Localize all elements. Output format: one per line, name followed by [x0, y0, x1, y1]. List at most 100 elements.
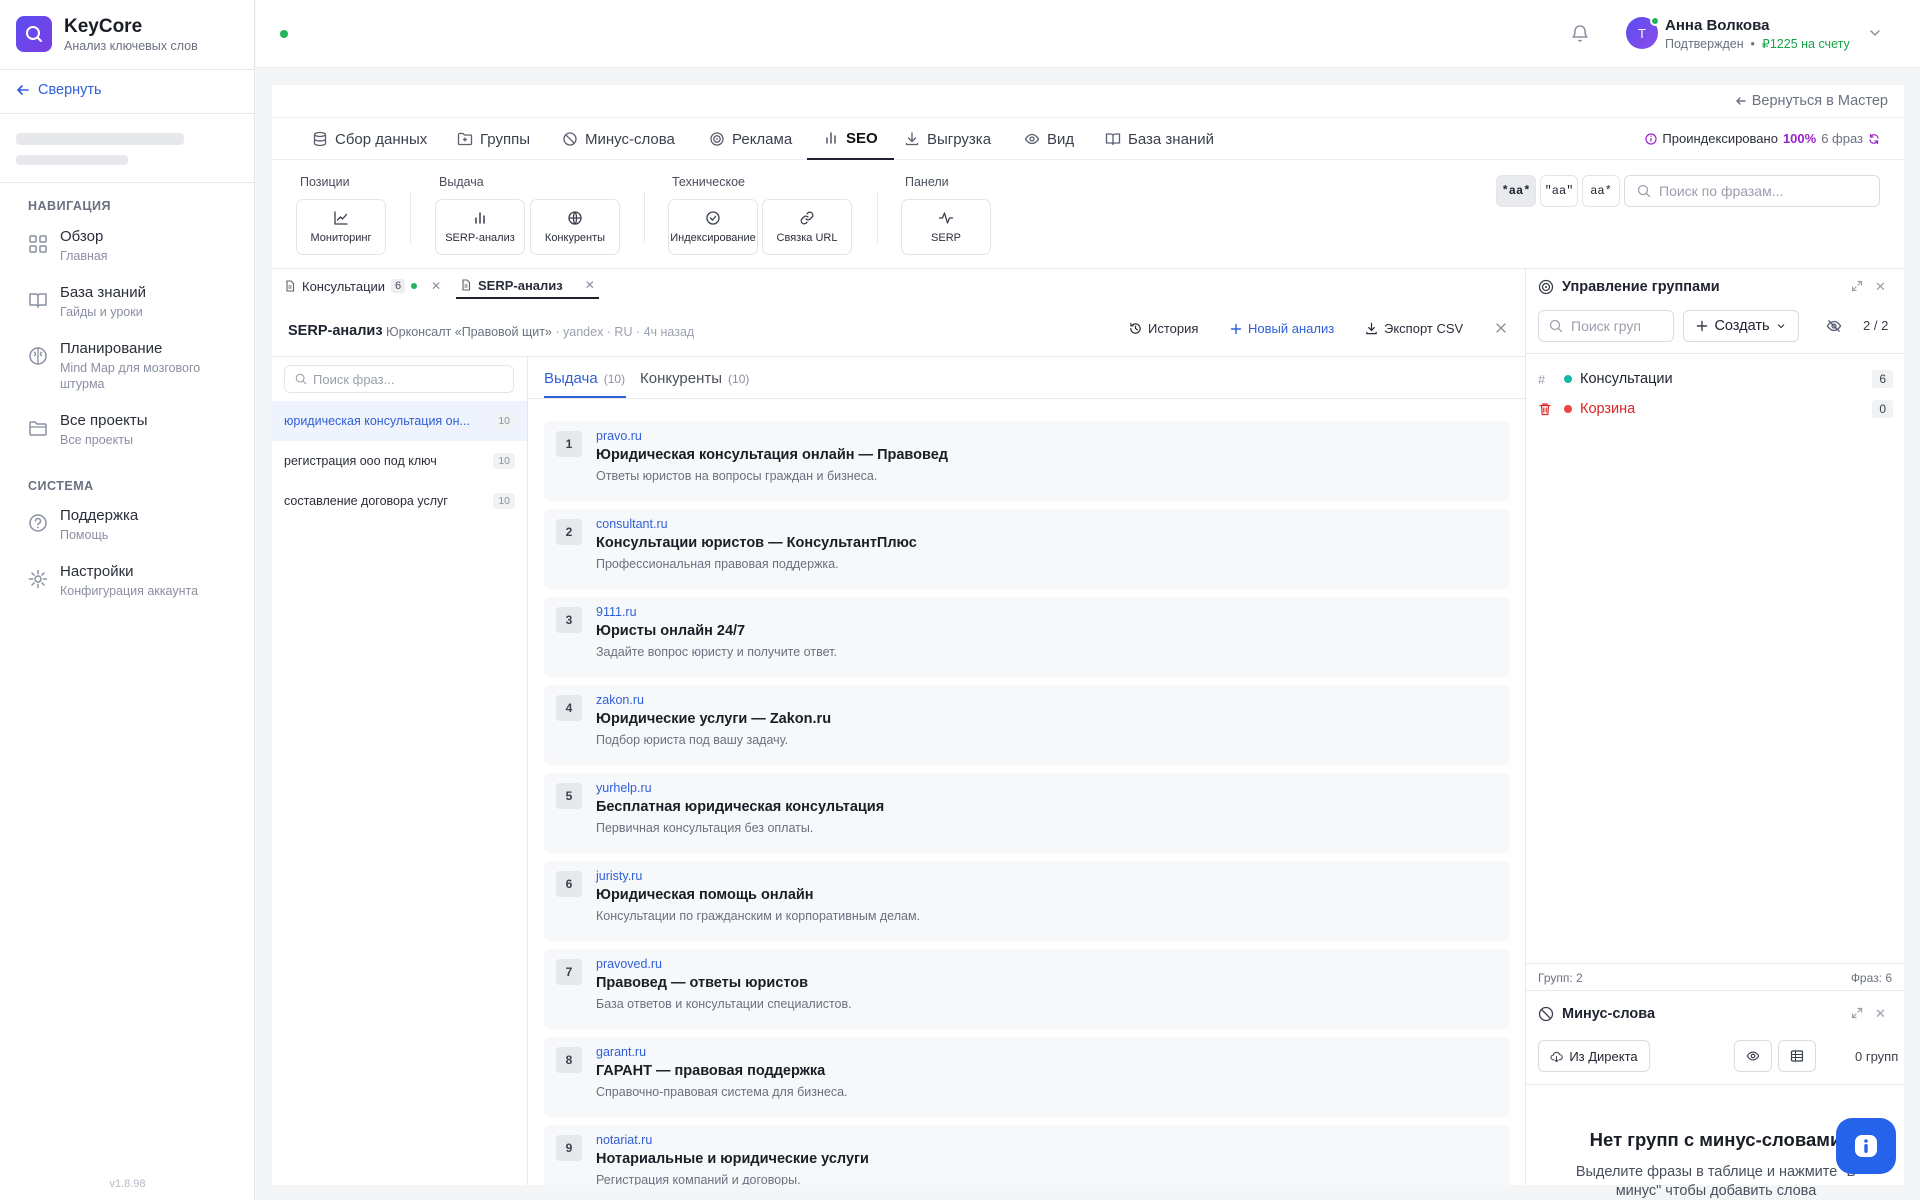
serp-result-card[interactable]: 9 notariat.ru Нотариальные и юридические у… — [544, 1125, 1510, 1185]
grid-icon — [28, 234, 48, 254]
tab-export[interactable]: Выгрузка — [904, 118, 991, 160]
result-domain-link[interactable]: juristy.ru — [596, 869, 642, 883]
result-domain-link[interactable]: zakon.ru — [596, 693, 644, 707]
serp-result-card[interactable]: 5 yurhelp.ru Бесплатная юридическая консул… — [544, 773, 1510, 853]
sidebar-item-overview[interactable]: Обзор Главная — [28, 228, 108, 264]
tab-groups[interactable]: Группы — [457, 118, 530, 160]
match-contains-button[interactable]: *аа* — [1496, 175, 1536, 207]
refresh-icon[interactable] — [1868, 133, 1880, 145]
tab-ads[interactable]: Реклама — [709, 118, 792, 160]
eye-off-icon[interactable] — [1826, 318, 1842, 334]
indexing-button[interactable]: Индексирование — [668, 199, 758, 255]
phrase-item[interactable]: составление договора услуг 10 — [272, 481, 527, 521]
tab-view[interactable]: Вид — [1024, 118, 1074, 160]
result-title[interactable]: Нотариальные и юридические услуги — [596, 1151, 869, 1167]
sidebar-item-planning[interactable]: Планирование Mind Map для мозгового штурм… — [28, 340, 228, 393]
close-icon[interactable]: ✕ — [1875, 1006, 1886, 1022]
indexed-percent: 100% — [1782, 131, 1817, 146]
phrase-text: регистрация ооо под ключ — [284, 454, 437, 468]
serp-result-card[interactable]: 6 juristy.ru Юридическая помощь онлайн Конс… — [544, 861, 1510, 941]
close-icon[interactable]: ✕ — [431, 279, 441, 293]
match-exact-button[interactable]: "аа" — [1540, 175, 1578, 207]
sidebar-item-all-projects[interactable]: Все проекты Все проекты — [28, 412, 148, 448]
file-icon — [286, 280, 295, 292]
result-domain-link[interactable]: yurhelp.ru — [596, 781, 652, 795]
serp-analysis-button[interactable]: SERP-анализ — [435, 199, 525, 255]
group-counter: 2 / 2 — [1863, 318, 1889, 333]
expand-icon[interactable] — [1851, 280, 1863, 292]
app-logo[interactable] — [16, 16, 52, 52]
help-chat-button[interactable] — [1836, 1118, 1896, 1174]
tab-serp-results[interactable]: Выдача (10) — [544, 370, 625, 387]
serp-result-card[interactable]: 1 pravo.ru Юридическая консультация онлайн… — [544, 421, 1510, 501]
serp-result-card[interactable]: 7 pravoved.ru Правовед — ответы юристов Баз… — [544, 949, 1510, 1029]
serp-result-card[interactable]: 8 garant.ru ГАРАНТ — правовая поддержка Спр… — [544, 1037, 1510, 1117]
serp-result-card[interactable]: 4 zakon.ru Юридические услуги — Zakon.ru По… — [544, 685, 1510, 765]
phrase-filter-input[interactable] — [313, 371, 503, 387]
sidebar-item-knowledge-base[interactable]: База знаний Гайды и уроки — [28, 284, 146, 320]
chevron-down-icon[interactable] — [1868, 26, 1882, 40]
sidebar-item-support[interactable]: Поддержка Помощь — [28, 507, 138, 543]
phrase-search-input[interactable] — [1659, 183, 1859, 199]
serp-result-card[interactable]: 2 consultant.ru Консультации юристов — Кон… — [544, 509, 1510, 589]
sidebar-item-settings[interactable]: Настройки Конфигурация аккаунта — [28, 563, 198, 599]
result-title[interactable]: Юридические услуги — Zakon.ru — [596, 711, 831, 727]
result-title[interactable]: Юристы онлайн 24/7 — [596, 623, 745, 639]
result-domain-link[interactable]: 9111.ru — [596, 605, 637, 619]
tab-knowledge-base[interactable]: База знаний — [1105, 118, 1214, 160]
result-domain-link[interactable]: notariat.ru — [596, 1133, 652, 1147]
result-domain-link[interactable]: pravo.ru — [596, 429, 642, 443]
result-title[interactable]: Бесплатная юридическая консультация — [596, 799, 884, 815]
collapse-label: Свернуть — [38, 82, 102, 98]
group-item[interactable]: # Консультации 6 — [1538, 365, 1893, 393]
serp-result-card[interactable]: 3 9111.ru Юристы онлайн 24/7 Задайте вопрос… — [544, 597, 1510, 677]
result-title[interactable]: ГАРАНТ — правовая поддержка — [596, 1063, 825, 1079]
import-from-direct-button[interactable]: Из Директа — [1538, 1040, 1650, 1072]
url-link-button[interactable]: Связка URL — [762, 199, 852, 255]
toggle-visibility-button[interactable] — [1734, 1040, 1772, 1072]
phrase-item[interactable]: юридическая консультация он... 10 — [272, 401, 527, 441]
new-analysis-button[interactable]: Новый анализ — [1230, 321, 1334, 336]
phrase-count: 10 — [493, 493, 515, 509]
doc-tab-serp-analysis[interactable]: SERP-анализ ✕ — [456, 273, 599, 299]
result-title[interactable]: Правовед — ответы юристов — [596, 975, 808, 991]
tab-data-collection[interactable]: Сбор данных — [312, 118, 427, 160]
tab-label: Группы — [480, 130, 530, 148]
tab-seo[interactable]: SEO — [807, 118, 894, 160]
back-to-master-link[interactable]: Вернуться в Мастер — [1735, 93, 1888, 109]
close-icon[interactable]: ✕ — [1875, 279, 1886, 295]
target-icon — [1538, 279, 1554, 295]
result-domain-link[interactable]: consultant.ru — [596, 517, 668, 531]
export-csv-button[interactable]: Экспорт CSV — [1365, 321, 1463, 336]
match-prefix-button[interactable]: аа* — [1582, 175, 1620, 207]
result-title[interactable]: Консультации юристов — КонсультантПлюс — [596, 535, 917, 551]
close-icon[interactable] — [1494, 321, 1508, 335]
user-name[interactable]: Анна Волкова — [1665, 17, 1769, 34]
tab-competitors[interactable]: Конкуренты (10) — [640, 370, 749, 387]
from-direct-label: Из Директа — [1569, 1048, 1638, 1064]
tab-negative-keywords[interactable]: Минус-слова — [562, 118, 675, 160]
notification-bell-icon[interactable] — [1570, 23, 1590, 43]
empty-state-description: Выделите фразы в таблице и нажмите "В ми… — [1575, 1164, 1857, 1199]
result-description: Регистрация компаний и договоры. — [596, 1173, 801, 1185]
serp-title: SERP-анализ — [288, 323, 383, 339]
group-search-input[interactable] — [1571, 318, 1671, 334]
result-title[interactable]: Юридическая консультация онлайн — Правов… — [596, 447, 948, 463]
serp-panel-button[interactable]: SERP — [901, 199, 991, 255]
table-view-button[interactable] — [1778, 1040, 1816, 1072]
result-domain-link[interactable]: garant.ru — [596, 1045, 646, 1059]
create-group-button[interactable]: Создать — [1683, 310, 1799, 342]
indexed-label: Проиндексировано — [1662, 131, 1778, 146]
competitors-button[interactable]: Конкуренты — [530, 199, 620, 255]
result-domain-link[interactable]: pravoved.ru — [596, 957, 662, 971]
history-button[interactable]: История — [1129, 321, 1198, 336]
close-icon[interactable]: ✕ — [585, 278, 595, 292]
result-title[interactable]: Юридическая помощь онлайн — [596, 887, 814, 903]
monitoring-button[interactable]: Мониторинг — [296, 199, 386, 255]
doc-tab-consultations[interactable]: Консультации 6 ✕ — [284, 273, 441, 299]
expand-icon[interactable] — [1851, 1007, 1863, 1019]
collapse-sidebar-button[interactable]: Свернуть — [16, 82, 102, 98]
group-item-trash[interactable]: Корзина 0 — [1538, 395, 1893, 423]
phrase-item[interactable]: регистрация ооо под ключ 10 — [272, 441, 527, 481]
phrase-count: 10 — [493, 453, 515, 469]
